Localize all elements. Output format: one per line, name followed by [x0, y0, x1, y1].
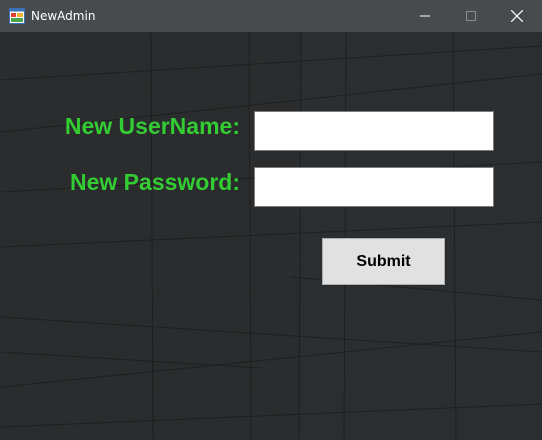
- submit-button[interactable]: Submit: [322, 238, 445, 285]
- title-bar[interactable]: NewAdmin: [0, 0, 542, 32]
- username-label: New UserName:: [64, 113, 240, 139]
- app-icon: [9, 8, 25, 24]
- background-texture: [1, 32, 541, 439]
- close-button[interactable]: [494, 0, 540, 32]
- newadmin-window: NewAdmin New UserName: New Password: Sub…: [0, 0, 542, 440]
- form-client-area: New UserName: New Password: Submit: [1, 32, 541, 439]
- username-input[interactable]: [254, 111, 494, 151]
- maximize-icon: [466, 11, 476, 21]
- password-label: New Password:: [70, 169, 240, 195]
- maximize-button[interactable]: [448, 0, 494, 32]
- window-title: NewAdmin: [31, 9, 96, 23]
- minimize-icon: [420, 15, 430, 17]
- close-icon: [511, 10, 523, 22]
- minimize-button[interactable]: [402, 0, 448, 32]
- password-input[interactable]: [254, 167, 494, 207]
